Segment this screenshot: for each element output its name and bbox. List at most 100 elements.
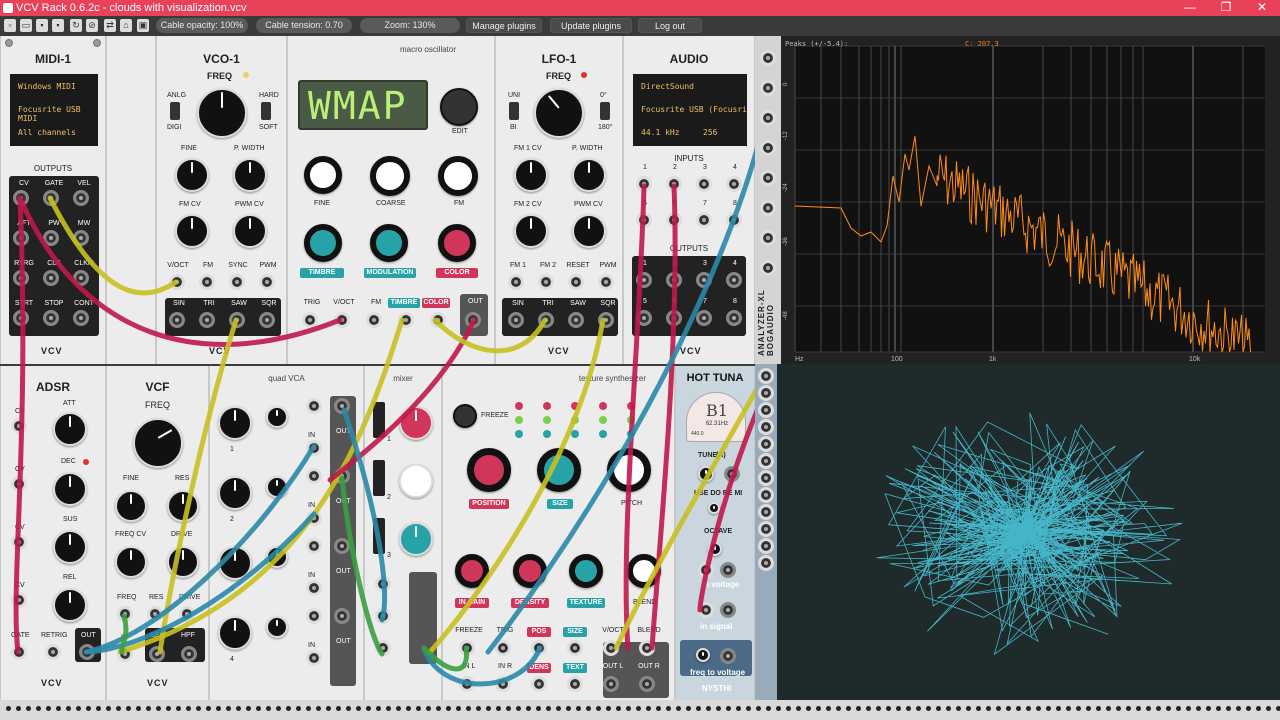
scope-jack-12[interactable] xyxy=(758,555,774,571)
audio-output-8-jack[interactable] xyxy=(726,310,742,326)
vcf-freq-knob[interactable] xyxy=(133,418,183,468)
scope-jack-6[interactable] xyxy=(758,453,774,469)
revert-icon[interactable]: ↻ xyxy=(70,19,82,32)
maximize-button[interactable]: ❐ xyxy=(1208,0,1244,16)
vca-cv-jack-4[interactable] xyxy=(306,608,322,624)
adsr-retrig-jack[interactable] xyxy=(45,644,61,660)
vco-fm-input-jack[interactable] xyxy=(199,274,215,290)
texture-voct-input-jack[interactable] xyxy=(603,640,619,656)
macro-out-jack[interactable] xyxy=(465,312,481,328)
lfo-pwidth-knob[interactable] xyxy=(572,158,606,192)
lfo-sqr-output-jack[interactable] xyxy=(598,312,614,328)
scope-jack-7[interactable] xyxy=(758,470,774,486)
texture-density-knob[interactable] xyxy=(513,554,547,588)
texture-size-input-jack[interactable] xyxy=(567,640,583,656)
lfo-fm1cv-knob[interactable] xyxy=(514,158,548,192)
vca-cv-knob-1[interactable] xyxy=(266,406,288,428)
hottuna-tune-knob[interactable] xyxy=(698,466,714,482)
audio-input-4-jack[interactable] xyxy=(726,176,742,192)
adsr-cv-3-jack[interactable] xyxy=(11,592,27,608)
mixer-in-jack-3[interactable] xyxy=(375,640,391,656)
texture-outl-output-jack[interactable] xyxy=(603,676,619,692)
cable-opacity-slider[interactable]: Cable opacity: 100% xyxy=(156,18,248,33)
mixer-mute-switch-1[interactable] xyxy=(373,402,385,438)
texture-pos-input-jack[interactable] xyxy=(531,640,547,656)
audio-driver[interactable]: DirectSound xyxy=(641,82,694,91)
adsr-rel-knob[interactable] xyxy=(53,588,87,622)
sample-rate-icon[interactable]: ⇄ xyxy=(104,19,116,32)
macro-edit-knob[interactable] xyxy=(440,88,478,126)
vca-in-jack-2[interactable] xyxy=(306,510,322,526)
hottuna-tune-out-jack[interactable] xyxy=(724,466,740,482)
vco-sync-switch[interactable] xyxy=(261,102,271,120)
midi-driver[interactable]: Windows MIDI xyxy=(18,82,76,91)
mixer-level-knob-3[interactable] xyxy=(399,522,433,556)
vca-out-jack-3[interactable] xyxy=(334,538,350,554)
adsr-att-knob[interactable] xyxy=(53,412,87,446)
texture-inr-input-jack[interactable] xyxy=(495,676,511,692)
mixer-level-knob-2[interactable] xyxy=(399,464,433,498)
midi-out-strt-jack[interactable] xyxy=(13,310,29,326)
texture-blend-knob[interactable] xyxy=(627,554,661,588)
lfo-tri-output-jack[interactable] xyxy=(538,312,554,328)
macro-fine-knob[interactable] xyxy=(304,156,342,194)
vcf-in-jack[interactable] xyxy=(117,646,133,662)
audio-input-1-jack[interactable] xyxy=(636,176,652,192)
texture-texture-knob[interactable] xyxy=(569,554,603,588)
vcf-res-input-jack[interactable] xyxy=(147,606,163,622)
vca-cv-knob-2[interactable] xyxy=(266,476,288,498)
vca-cv-jack-1[interactable] xyxy=(306,398,322,414)
texture-in-gain-knob[interactable] xyxy=(455,554,489,588)
adsr-cv-1-jack[interactable] xyxy=(11,476,27,492)
texture-blend-input-jack[interactable] xyxy=(639,640,655,656)
vcf-fine-knob[interactable] xyxy=(115,490,147,522)
minimize-button[interactable]: — xyxy=(1172,0,1208,16)
midi-out-pw-jack[interactable] xyxy=(43,230,59,246)
vcf-freq-input-jack[interactable] xyxy=(117,606,133,622)
scope-jack-8[interactable] xyxy=(758,487,774,503)
vcf-freqcv-knob[interactable] xyxy=(115,546,147,578)
vca-in-jack-3[interactable] xyxy=(306,580,322,596)
scope-jack-3[interactable] xyxy=(758,402,774,418)
vca-out-jack-1[interactable] xyxy=(334,398,350,414)
texture-trig-input-jack[interactable] xyxy=(495,640,511,656)
vca-in-jack-1[interactable] xyxy=(306,440,322,456)
scope-jack-9[interactable] xyxy=(758,504,774,520)
texture-pitch-knob[interactable] xyxy=(607,448,651,492)
audio-output-4-jack[interactable] xyxy=(726,272,742,288)
scope-jack-1[interactable] xyxy=(758,368,774,384)
vca-cv-jack-3[interactable] xyxy=(306,538,322,554)
hottuna-octave-out-jack[interactable] xyxy=(720,562,736,578)
midi-out-vel-jack[interactable] xyxy=(73,190,89,206)
audio-input-6-jack[interactable] xyxy=(666,212,682,228)
save-as-icon[interactable]: ▪ xyxy=(52,19,64,32)
vco-freq-knob[interactable] xyxy=(197,88,247,138)
midi-out-stop-jack[interactable] xyxy=(43,310,59,326)
audio-input-7-jack[interactable] xyxy=(696,212,712,228)
vca-cv-knob-3[interactable] xyxy=(266,546,288,568)
vco-mode-switch[interactable] xyxy=(170,102,180,120)
vco-fine-knob[interactable] xyxy=(175,158,209,192)
texture-freeze-button[interactable] xyxy=(453,404,477,428)
lfo-saw-output-jack[interactable] xyxy=(568,312,584,328)
macro-voct-input-jack[interactable] xyxy=(334,312,350,328)
audio-sample-rate[interactable]: 44.1 kHz xyxy=(641,128,680,137)
macro-coarse-knob[interactable] xyxy=(370,156,410,196)
midi-out-mw-jack[interactable] xyxy=(73,230,89,246)
macro-modulation-knob[interactable] xyxy=(370,224,408,262)
macro-trig-input-jack[interactable] xyxy=(302,312,318,328)
analyzer-input-jack-2[interactable] xyxy=(760,80,776,96)
audio-output-3-jack[interactable] xyxy=(696,272,712,288)
vco-fmcv-knob[interactable] xyxy=(175,214,209,248)
midi-out-clk-jack[interactable] xyxy=(43,270,59,286)
vco-saw-output-jack[interactable] xyxy=(229,312,245,328)
vca-level-knob-3[interactable] xyxy=(218,546,252,580)
vca-level-knob-1[interactable] xyxy=(218,406,252,440)
log-out-button[interactable]: Log out xyxy=(638,18,702,33)
mixer-in-jack-2[interactable] xyxy=(375,608,391,624)
audio-block-size[interactable]: 256 xyxy=(703,128,717,137)
vco-pwidth-knob[interactable] xyxy=(233,158,267,192)
midi-out-rtrg-jack[interactable] xyxy=(13,270,29,286)
vco-sin-output-jack[interactable] xyxy=(169,312,185,328)
adsr-sus-knob[interactable] xyxy=(53,530,87,564)
